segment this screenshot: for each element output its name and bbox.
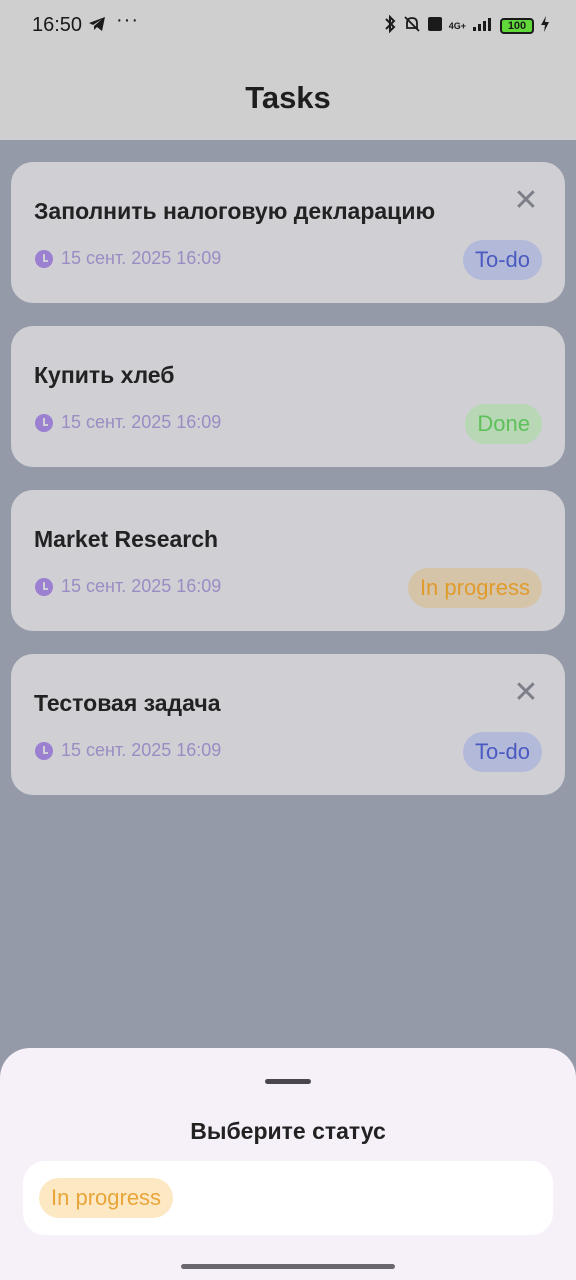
charging-icon [540, 16, 550, 35]
status-badge[interactable]: To-do [462, 240, 542, 280]
status-bar: 16:50 ··· 4G+ 100 [0, 0, 576, 55]
page-title: Tasks [245, 79, 331, 115]
battery-icon: 100 [500, 17, 534, 34]
task-title: Тестовая задача [34, 690, 221, 716]
clock-icon [35, 577, 53, 596]
task-title: Заполнить налоговую декларацию [34, 198, 436, 224]
clock-icon [35, 413, 53, 432]
status-badge[interactable]: To-do [462, 732, 542, 772]
clock-icon [35, 741, 53, 760]
app-bar: Tasks [0, 55, 576, 140]
status-time: 16:50 [32, 14, 83, 36]
drag-handle[interactable] [265, 1079, 311, 1084]
status-icons: 4G+ 100 [383, 14, 550, 36]
bluetooth-icon [383, 14, 397, 36]
status-option[interactable]: In progress [23, 1161, 553, 1235]
task-meta: 15 сент. 2025 16:09 [35, 576, 221, 597]
close-icon[interactable]: ✕ [513, 678, 539, 708]
status-option-chip[interactable]: In progress [39, 1178, 174, 1218]
clock-icon [35, 249, 53, 268]
task-title: Купить хлеб [34, 362, 175, 388]
volte-icon [427, 16, 443, 35]
home-indicator[interactable] [181, 1264, 395, 1269]
telegram-icon [88, 16, 106, 37]
task-meta: 15 сент. 2025 16:09 [35, 740, 221, 761]
task-datetime: 15 сент. 2025 16:09 [61, 576, 222, 596]
status-bottom-sheet: Выберите статус In progress [0, 1048, 576, 1280]
task-meta: 15 сент. 2025 16:09 [35, 248, 221, 269]
task-datetime: 15 сент. 2025 16:09 [61, 248, 222, 268]
task-datetime: 15 сент. 2025 16:09 [61, 740, 222, 760]
task-card[interactable]: Заполнить налоговую декларацию ✕ 15 сент… [11, 162, 565, 303]
more-notifications-icon: ··· [116, 9, 139, 31]
status-badge[interactable]: In progress [407, 568, 542, 608]
signal-label: 4G+ [448, 20, 466, 31]
signal-icon [472, 16, 494, 35]
task-card[interactable]: Купить хлеб 15 сент. 2025 16:09 Done [11, 326, 565, 467]
status-badge[interactable]: Done [465, 404, 542, 444]
task-datetime: 15 сент. 2025 16:09 [61, 412, 222, 432]
sheet-title: Выберите статус [190, 1118, 386, 1144]
close-icon[interactable]: ✕ [513, 186, 539, 216]
task-meta: 15 сент. 2025 16:09 [35, 412, 221, 433]
task-list: Заполнить налоговую декларацию ✕ 15 сент… [11, 162, 565, 818]
task-title: Market Research [34, 526, 219, 552]
mute-icon [403, 15, 421, 36]
task-card[interactable]: Market Research 15 сент. 2025 16:09 In p… [11, 490, 565, 631]
task-card[interactable]: Тестовая задача ✕ 15 сент. 2025 16:09 To… [11, 654, 565, 795]
